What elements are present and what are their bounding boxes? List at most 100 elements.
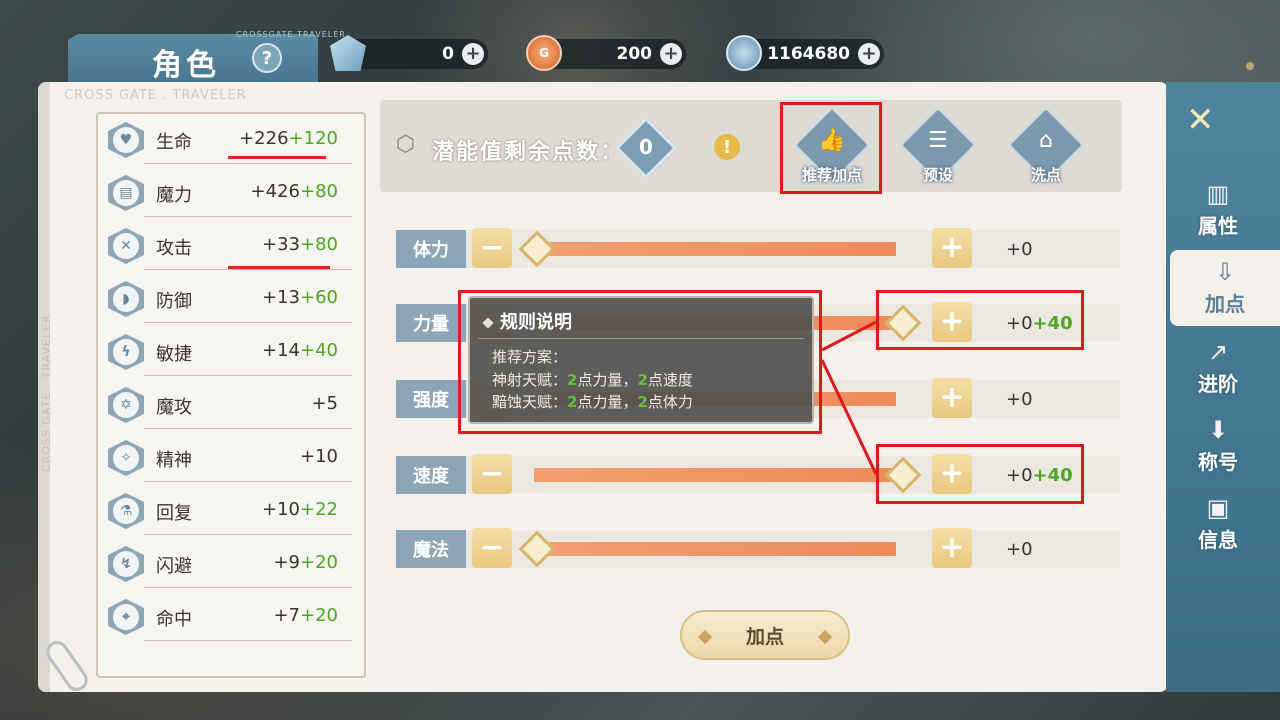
stat-row-accuracy: ⌖ 命中 +7+20 [108, 595, 352, 645]
decoration-diamond [697, 629, 713, 645]
stat-name: 攻击 [156, 238, 192, 259]
attr-label: 力量 [396, 304, 466, 342]
crosshair-icon: ⌖ [108, 599, 144, 635]
add-gem-button[interactable]: + [462, 43, 484, 65]
stat-value: +10 [300, 446, 338, 467]
stat-row-spirit: ✧ 精神 +10 [108, 436, 352, 486]
preset-button[interactable]: ☰ 预设 [898, 106, 978, 198]
stat-name: 回复 [156, 503, 192, 524]
compass-icon: ✧ [108, 440, 144, 476]
add-coin-button[interactable]: + [660, 43, 682, 65]
shield-icon: ◗ [108, 281, 144, 317]
attr-label: 强度 [396, 380, 466, 418]
preset-label: 预设 [922, 166, 953, 184]
stat-row-magic-attack: ✡ 魔攻 +5 [108, 383, 352, 433]
sliders-icon: ☰ [928, 128, 948, 153]
annotation-box [876, 290, 1084, 350]
divider [144, 375, 352, 376]
stat-name: 魔攻 [156, 397, 192, 418]
annotation-box [876, 444, 1084, 504]
attr-value: +0 [1006, 238, 1033, 260]
divider [144, 216, 352, 217]
coin-icon: G [526, 35, 562, 71]
divider [144, 481, 352, 482]
confirm-add-points-button[interactable]: 加点 [680, 610, 850, 660]
divider [144, 587, 352, 588]
tab-label: 称号 [1198, 449, 1238, 474]
main-panel: CROSS GATE . TRAVELER CROSS GATE . TRAVE… [38, 82, 1168, 692]
attr-row-magic: 魔法 − + +0 [396, 528, 1120, 568]
tab-title[interactable]: ⬇ 称号 [1170, 408, 1266, 484]
tab-label: 信息 [1198, 527, 1238, 552]
stat-name: 闪避 [156, 556, 192, 577]
slider-bar[interactable] [534, 242, 896, 256]
title-stamp: CROSSGATE.TRAVELER [236, 30, 346, 39]
increase-button[interactable]: + [932, 378, 972, 418]
attr-row-stamina: 体力 − + +0 [396, 228, 1120, 268]
increase-button[interactable]: + [932, 228, 972, 268]
currency-coin: G 200 + [526, 35, 686, 71]
stat-name: 魔力 [156, 185, 192, 206]
stat-name: 命中 [156, 609, 192, 630]
swords-icon: ✕ [108, 228, 144, 264]
stat-value: +9+20 [273, 552, 338, 573]
book-icon: ▤ [108, 175, 144, 211]
decrease-button[interactable]: − [472, 228, 512, 268]
reset-button[interactable]: ⌂ 洗点 [1006, 106, 1086, 198]
annotation-underline [228, 156, 326, 159]
help-button[interactable]: ? [252, 43, 282, 73]
page-title: 角色 [152, 48, 220, 83]
stat-value: +226+120 [239, 128, 338, 149]
tab-label: 属性 [1198, 213, 1238, 238]
stat-row-defense: ◗ 防御 +13+60 [108, 277, 352, 327]
profile-icon: ▣ [1206, 493, 1230, 522]
stat-row-recovery: ⚗ 回复 +10+22 [108, 489, 352, 539]
stat-value: +33+80 [262, 234, 338, 255]
stat-name: 生命 [156, 132, 192, 153]
stat-value: +5 [311, 393, 338, 414]
potential-value: 0 [639, 135, 653, 159]
tab-advance[interactable]: ↗ 进阶 [1170, 330, 1266, 406]
stat-value: +426+80 [250, 181, 338, 202]
decoration-diamond [817, 629, 833, 645]
tab-label: 进阶 [1198, 371, 1238, 396]
warning-icon[interactable]: ! [714, 134, 740, 160]
stat-row-hp: ♥ 生命 +226+120 [108, 118, 352, 168]
stat-name: 防御 [156, 291, 192, 312]
decrease-button[interactable]: − [472, 528, 512, 568]
decrease-button[interactable]: − [472, 454, 512, 494]
annotation-underline [228, 266, 330, 269]
hexagram-icon: ✡ [108, 387, 144, 423]
stat-name: 精神 [156, 450, 192, 471]
tab-info[interactable]: ▣ 信息 [1170, 486, 1266, 562]
silver-coin-icon [726, 35, 762, 71]
tab-add-points[interactable]: ⇩ 加点 [1170, 250, 1280, 326]
divider [144, 269, 352, 270]
potential-value-badge: 0 [614, 116, 678, 180]
stat-row-dodge: ↯ 闪避 +9+20 [108, 542, 352, 592]
divider [144, 163, 352, 164]
stats-list: ♥ 生命 +226+120 ▤ 魔力 +426+80 ✕ 攻击 +33+80 ◗… [96, 112, 366, 678]
annotation-box [780, 102, 882, 194]
divider [144, 322, 352, 323]
tab-label: 加点 [1205, 291, 1245, 316]
heart-icon: ♥ [108, 122, 144, 158]
badge-icon: ⬇ [1207, 415, 1229, 444]
stat-value: +13+60 [262, 287, 338, 308]
reset-label: 洗点 [1030, 166, 1061, 184]
currency-silver: 1164680 + [726, 35, 884, 71]
currency-gem: 0 + [330, 35, 488, 71]
slider-bar[interactable] [534, 468, 896, 482]
trend-up-icon: ↗ [1207, 337, 1229, 366]
decoration-dot [1246, 62, 1254, 70]
attr-label: 速度 [396, 456, 466, 494]
attr-label: 魔法 [396, 530, 466, 568]
add-silver-button[interactable]: + [858, 43, 880, 65]
divider [144, 428, 352, 429]
increase-button[interactable]: + [932, 528, 972, 568]
slider-bar[interactable] [534, 542, 896, 556]
panel-watermark-vertical: CROSS GATE . TRAVELER [40, 314, 53, 472]
currency-gem-value: 0 [442, 44, 454, 64]
close-icon[interactable]: ✕ [1186, 100, 1215, 140]
tab-attributes[interactable]: ▥ 属性 [1170, 172, 1266, 248]
